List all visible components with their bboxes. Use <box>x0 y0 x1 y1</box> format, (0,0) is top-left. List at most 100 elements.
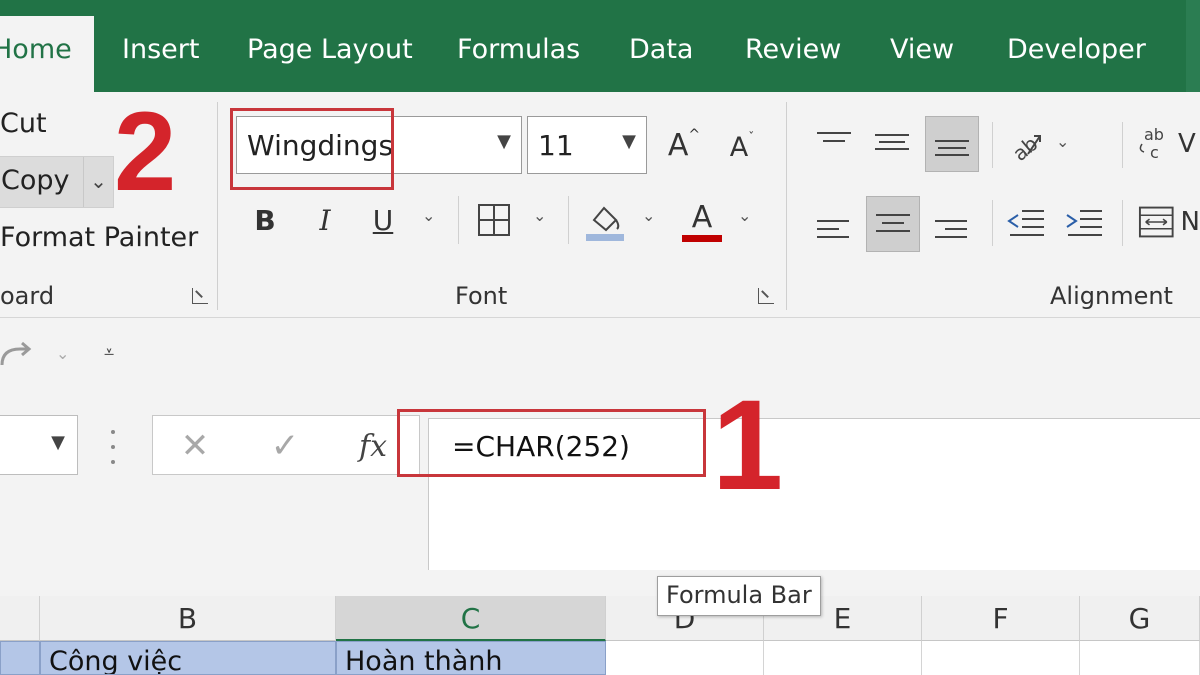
orientation-button[interactable]: ab <box>1004 122 1048 166</box>
clipboard-launcher-icon[interactable] <box>192 288 208 304</box>
center-align-icon <box>876 212 910 236</box>
fill-color-button[interactable] <box>584 198 626 244</box>
ribbon-tab-bar: Home Insert Page Layout Formulas Data Re… <box>0 0 1200 92</box>
step-2-annotation: 2 <box>114 89 177 214</box>
redo-dropdown-icon[interactable]: ⌄ <box>56 344 69 363</box>
bottom-align-button[interactable] <box>925 116 979 172</box>
group-divider <box>786 102 787 310</box>
merge-center-label: N <box>1180 207 1200 237</box>
underline-icon: U <box>372 203 394 237</box>
enter-formula-button[interactable]: ✓ <box>265 426 305 466</box>
font-launcher-icon[interactable] <box>758 288 774 304</box>
name-box[interactable]: ▼ <box>0 415 78 475</box>
cell-f[interactable] <box>922 641 1080 675</box>
font-name-highlight-box <box>230 108 394 190</box>
italic-button[interactable]: I <box>310 200 340 240</box>
decrease-indent-button[interactable] <box>1004 204 1048 244</box>
font-size-value: 11 <box>538 129 574 162</box>
cell-b[interactable]: Công việc <box>40 641 336 675</box>
column-header-f[interactable]: F <box>922 596 1080 641</box>
paint-bucket-icon <box>586 206 624 241</box>
font-group-label: Font <box>455 282 508 310</box>
formula-bar-grip-icon[interactable] <box>110 430 116 464</box>
borders-dropdown-icon[interactable]: ⌄ <box>533 206 546 225</box>
underline-button[interactable]: U <box>368 200 398 240</box>
copy-button[interactable]: Copy ⌄ <box>0 156 114 208</box>
center-align-button[interactable] <box>866 196 920 252</box>
worksheet-grid: B C D E F G Công việc Hoàn thành <box>0 596 1200 675</box>
tab-data[interactable]: Data <box>629 34 693 65</box>
column-header-a[interactable] <box>0 596 40 641</box>
cut-button[interactable]: Cut <box>0 108 47 139</box>
column-header-c[interactable]: C <box>336 596 606 641</box>
ribbon-home: Cut Copy ⌄ Format Painter oard Wingdings… <box>0 92 1200 318</box>
svg-text:c: c <box>1150 143 1159 162</box>
format-painter-label: Format Painter <box>0 222 199 253</box>
redo-button[interactable] <box>0 338 36 374</box>
column-header-b[interactable]: B <box>40 596 336 641</box>
orientation-dropdown-icon[interactable]: ⌄ <box>1056 132 1069 151</box>
middle-align-button[interactable] <box>870 118 914 166</box>
merge-center-button[interactable]: N <box>1138 200 1200 244</box>
tab-formulas[interactable]: Formulas <box>457 34 580 65</box>
bold-button[interactable]: B <box>250 200 280 240</box>
underline-dropdown-icon[interactable]: ⌄ <box>422 206 435 225</box>
clipboard-group-label: oard <box>0 282 55 310</box>
caret-up-icon: ^ <box>688 127 701 143</box>
format-painter-button[interactable]: Format Painter <box>0 222 198 253</box>
top-align-button[interactable] <box>812 118 856 166</box>
wrap-text-button[interactable]: ab c V <box>1136 122 1200 166</box>
cell-a[interactable] <box>0 641 40 675</box>
separator <box>458 196 459 244</box>
wrap-text-icon: ab c <box>1139 125 1164 162</box>
cell-c[interactable]: Hoàn thành <box>336 641 606 675</box>
separator <box>992 200 993 246</box>
check-icon: ✓ <box>270 426 300 466</box>
cut-label: Cut <box>0 108 47 139</box>
font-color-bar <box>682 234 722 242</box>
font-color-button[interactable]: A <box>680 196 724 246</box>
tab-insert[interactable]: Insert <box>122 34 199 65</box>
tab-review[interactable]: Review <box>745 34 841 65</box>
font-color-icon: A <box>691 199 713 235</box>
tab-home[interactable]: Home <box>0 16 94 92</box>
left-align-button[interactable] <box>812 210 856 250</box>
alignment-group-label: Alignment <box>1050 282 1173 310</box>
fill-color-dropdown-icon[interactable]: ⌄ <box>642 206 655 225</box>
right-align-icon <box>935 218 969 242</box>
bold-icon: B <box>254 203 276 237</box>
grow-font-icon: A <box>667 127 689 163</box>
copy-dropdown-icon[interactable]: ⌄ <box>83 157 113 207</box>
tab-developer[interactable]: Developer <box>1007 34 1146 65</box>
tab-view[interactable]: View <box>890 34 954 65</box>
fx-icon: fx <box>358 428 388 464</box>
decrease-font-size-button[interactable]: A ˇ <box>722 124 762 170</box>
borders-button[interactable] <box>476 202 512 238</box>
left-align-icon <box>817 218 851 242</box>
cell-d[interactable] <box>606 641 764 675</box>
cancel-icon: ✕ <box>180 426 210 466</box>
column-header-g[interactable]: G <box>1080 596 1200 641</box>
tab-page-layout[interactable]: Page Layout <box>247 34 413 65</box>
tab-scroll-edge <box>1186 0 1200 92</box>
formula-bar-tooltip: Formula Bar <box>657 576 821 616</box>
borders-icon <box>478 204 510 236</box>
font-size-dropdown-icon[interactable]: ▼ <box>622 131 636 152</box>
cancel-formula-button[interactable]: ✕ <box>175 426 215 466</box>
increase-indent-button[interactable] <box>1062 204 1106 244</box>
increase-indent-icon <box>1066 210 1102 236</box>
bottom-align-icon <box>935 132 969 156</box>
increase-font-size-button[interactable]: A ^ <box>664 122 704 168</box>
name-box-dropdown-icon[interactable]: ▼ <box>51 432 65 453</box>
customize-toolbar-icon[interactable]: ⩡ <box>104 342 114 363</box>
font-size-combobox[interactable]: 11 ▼ <box>527 116 647 174</box>
font-name-dropdown-icon[interactable]: ▼ <box>497 131 511 152</box>
insert-function-button[interactable]: fx <box>351 424 395 468</box>
cell-g[interactable] <box>1080 641 1200 675</box>
orientation-icon: ab <box>1008 131 1043 164</box>
cell-e[interactable] <box>764 641 922 675</box>
right-align-button[interactable] <box>930 210 974 250</box>
decrease-indent-icon <box>1007 210 1044 236</box>
italic-icon: I <box>319 203 331 237</box>
font-color-dropdown-icon[interactable]: ⌄ <box>738 206 751 225</box>
